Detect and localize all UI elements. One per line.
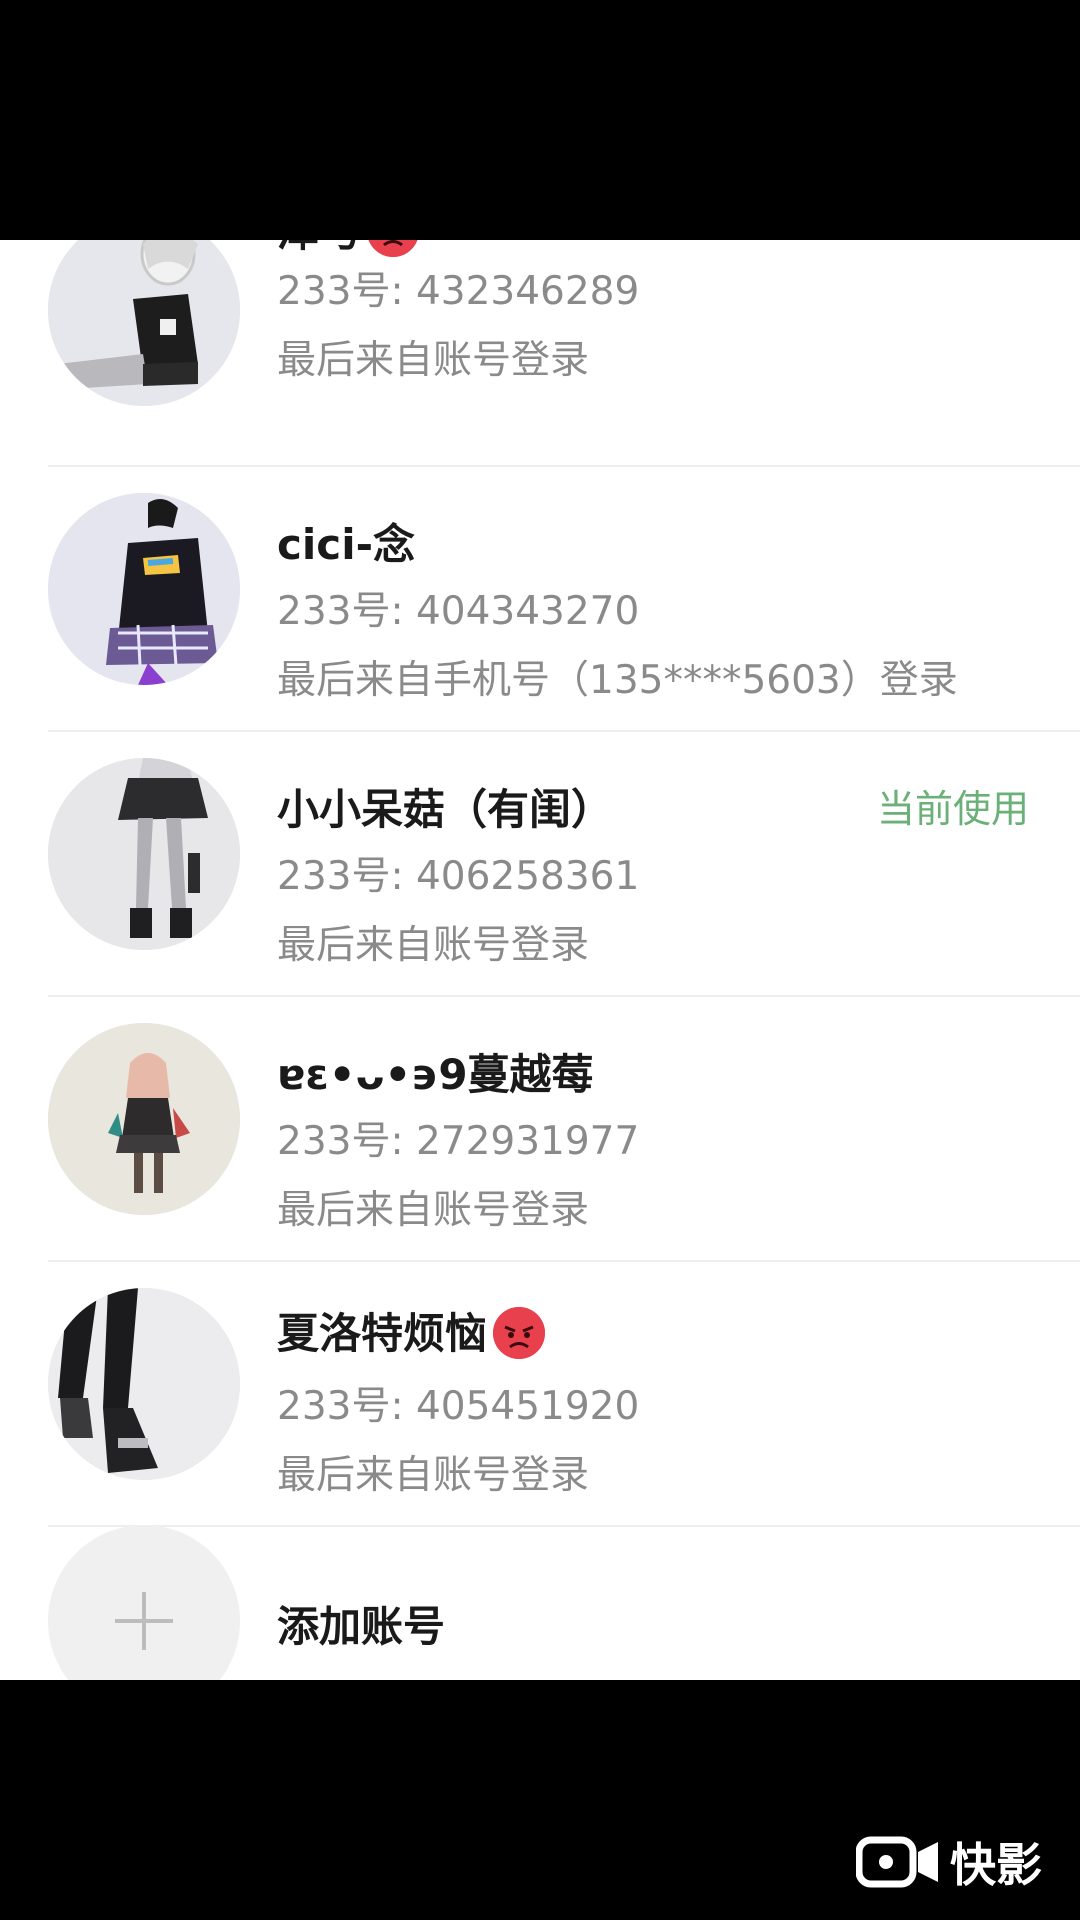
account-row[interactable]: 夏洛特烦恼 233号: 405451920 最后来自账号登录 [0,1262,1080,1527]
avatar [48,1023,240,1215]
account-row[interactable]: ɐɛ•ᴗ•϶9蔓越莓 233号: 272931977 最后来自账号登录 [0,997,1080,1262]
watermark-text: 快影 [950,1838,1042,1892]
account-id: 233号: 405451920 [277,1384,640,1429]
account-id: 233号: 272931977 [277,1119,640,1164]
add-account-label[interactable]: 添加账号 [277,1593,445,1654]
account-row[interactable]: cici-念 233号: 404343270 最后来自手机号（135****56… [0,467,1080,732]
account-name: 泽与 [277,240,420,261]
kuaiying-logo-icon [856,1836,938,1888]
kuaiying-watermark: 快影 [856,1832,1042,1892]
account-row-current[interactable]: 小小呆菇（有闺） 当前使用 233号: 406258361 最后来自账号登录 [0,732,1080,997]
last-login-info: 最后来自手机号（135****5603）登录 [277,658,958,703]
account-name: ɐɛ•ᴗ•϶9蔓越莓 [277,1050,594,1099]
angry-face-icon [367,240,420,257]
current-account-label: 当前使用 [876,787,1029,831]
last-login-info: 最后来自账号登录 [277,1453,590,1498]
account-switch-list: 泽与 233号: 432346289 最后来自账号登录 cici [0,240,1080,1680]
angry-face-icon [493,1306,546,1359]
avatar [48,493,240,685]
account-name: cici-念 [277,520,416,569]
account-name: 夏洛特烦恼 [277,1300,546,1363]
add-account-button[interactable] [48,1525,240,1680]
video-frame: 泽与 233号: 432346289 最后来自账号登录 cici [0,0,1080,1920]
avatar [48,1288,240,1480]
plus-icon-vertical [142,1592,146,1650]
account-id: 233号: 406258361 [277,854,640,899]
divider [48,1525,1080,1527]
avatar [48,240,240,406]
account-id: 233号: 404343270 [277,589,640,634]
account-row[interactable]: 泽与 233号: 432346289 最后来自账号登录 [0,240,1080,467]
account-name: 小小呆菇（有闺） [277,785,614,834]
last-login-info: 最后来自账号登录 [277,1188,590,1233]
last-login-info: 最后来自账号登录 [277,338,590,383]
last-login-info: 最后来自账号登录 [277,923,590,968]
avatar [48,758,240,950]
account-id: 233号: 432346289 [277,269,640,314]
